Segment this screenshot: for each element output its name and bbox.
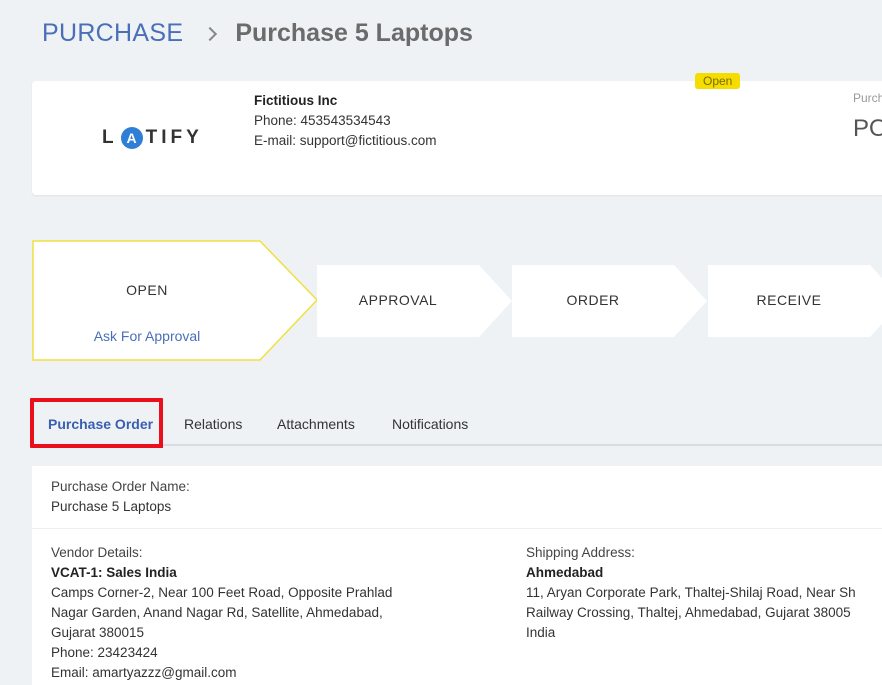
shipping-address-line-2: Railway Crossing, Thaltej, Ahmedabad, Gu… bbox=[526, 605, 851, 620]
po-name-row: Purchase Order Name: Purchase 5 Laptops bbox=[32, 466, 882, 529]
vendor-email: Email: amartyazzz@gmail.com bbox=[51, 665, 237, 680]
vendor-address-line-3: Gujarat 380015 bbox=[51, 625, 145, 640]
purchase-header-card: L A TIFY Fictitious Inc Phone: 45354353454… bbox=[32, 73, 882, 195]
shipping-address-line-3: India bbox=[526, 625, 556, 640]
chevron-right-icon bbox=[205, 27, 217, 39]
tab-notifications[interactable]: Notifications bbox=[392, 401, 468, 446]
po-number: PO bbox=[853, 115, 882, 142]
tab-purchase-order[interactable]: Purchase Order bbox=[37, 401, 164, 448]
company-email: E-mail: support@fictitious.com bbox=[254, 133, 437, 148]
shipping-city: Ahmedabad bbox=[526, 565, 604, 580]
detail-tabs: Purchase Order Relations Attachments Not… bbox=[32, 401, 882, 448]
tab-attachments[interactable]: Attachments bbox=[277, 401, 355, 446]
stage-approval[interactable]: APPROVAL bbox=[317, 265, 512, 337]
company-phone: Phone: 453543534543 bbox=[254, 113, 391, 128]
po-name-field: Purchase Order Name: Purchase 5 Laptops bbox=[51, 477, 190, 517]
vendor-name: VCAT-1: Sales India bbox=[51, 565, 177, 580]
stage-order-label: ORDER bbox=[566, 292, 620, 308]
tab-relations[interactable]: Relations bbox=[184, 401, 242, 446]
shipping-address: Shipping Address: Ahmedabad 11, Aryan Co… bbox=[526, 543, 882, 643]
stage-receive-label: RECEIVE bbox=[756, 292, 822, 308]
ask-for-approval-link[interactable]: Ask For Approval bbox=[32, 328, 262, 344]
status-badge: Open bbox=[695, 73, 741, 89]
vendor-address-line-2: Nagar Garden, Anand Nagar Rd, Satellite,… bbox=[51, 605, 383, 620]
po-name-label: Purchase Order Name: bbox=[51, 479, 190, 494]
breadcrumb: PURCHASE Purchase 5 Laptops bbox=[42, 16, 473, 50]
vendor-details: Vendor Details: VCAT-1: Sales India Camp… bbox=[51, 543, 491, 683]
shipping-address-line-1: 11, Aryan Corporate Park, Thaltej-Shilaj… bbox=[526, 585, 856, 600]
vendor-phone: Phone: 23423424 bbox=[51, 645, 158, 660]
breadcrumb-root-link[interactable]: PURCHASE bbox=[42, 19, 183, 48]
po-name-value: Purchase 5 Laptops bbox=[51, 499, 172, 514]
stage-open-label: OPEN bbox=[126, 282, 168, 298]
vendor-address-line-1: Camps Corner-2, Near 100 Feet Road, Oppo… bbox=[51, 585, 393, 600]
po-number-label: Purch bbox=[853, 91, 882, 105]
stage-approval-label: APPROVAL bbox=[358, 292, 438, 308]
company-info: Fictitious Inc Phone: 453543534543 E-mai… bbox=[254, 91, 437, 151]
stage-receive[interactable]: RECEIVE bbox=[708, 265, 882, 337]
purchase-order-panel: Purchase Order Name: Purchase 5 Laptops … bbox=[32, 466, 882, 685]
workflow-stages: OPEN Ask For Approval APPROVAL ORDER REC… bbox=[32, 240, 882, 362]
stage-order[interactable]: ORDER bbox=[512, 265, 707, 337]
company-logo: L A TIFY bbox=[102, 127, 203, 149]
vendor-details-label: Vendor Details: bbox=[51, 545, 143, 560]
shipping-address-label: Shipping Address: bbox=[526, 545, 635, 560]
stage-open: OPEN Ask For Approval bbox=[32, 240, 319, 361]
company-name: Fictitious Inc bbox=[254, 93, 338, 108]
page-title: Purchase 5 Laptops bbox=[235, 18, 473, 47]
